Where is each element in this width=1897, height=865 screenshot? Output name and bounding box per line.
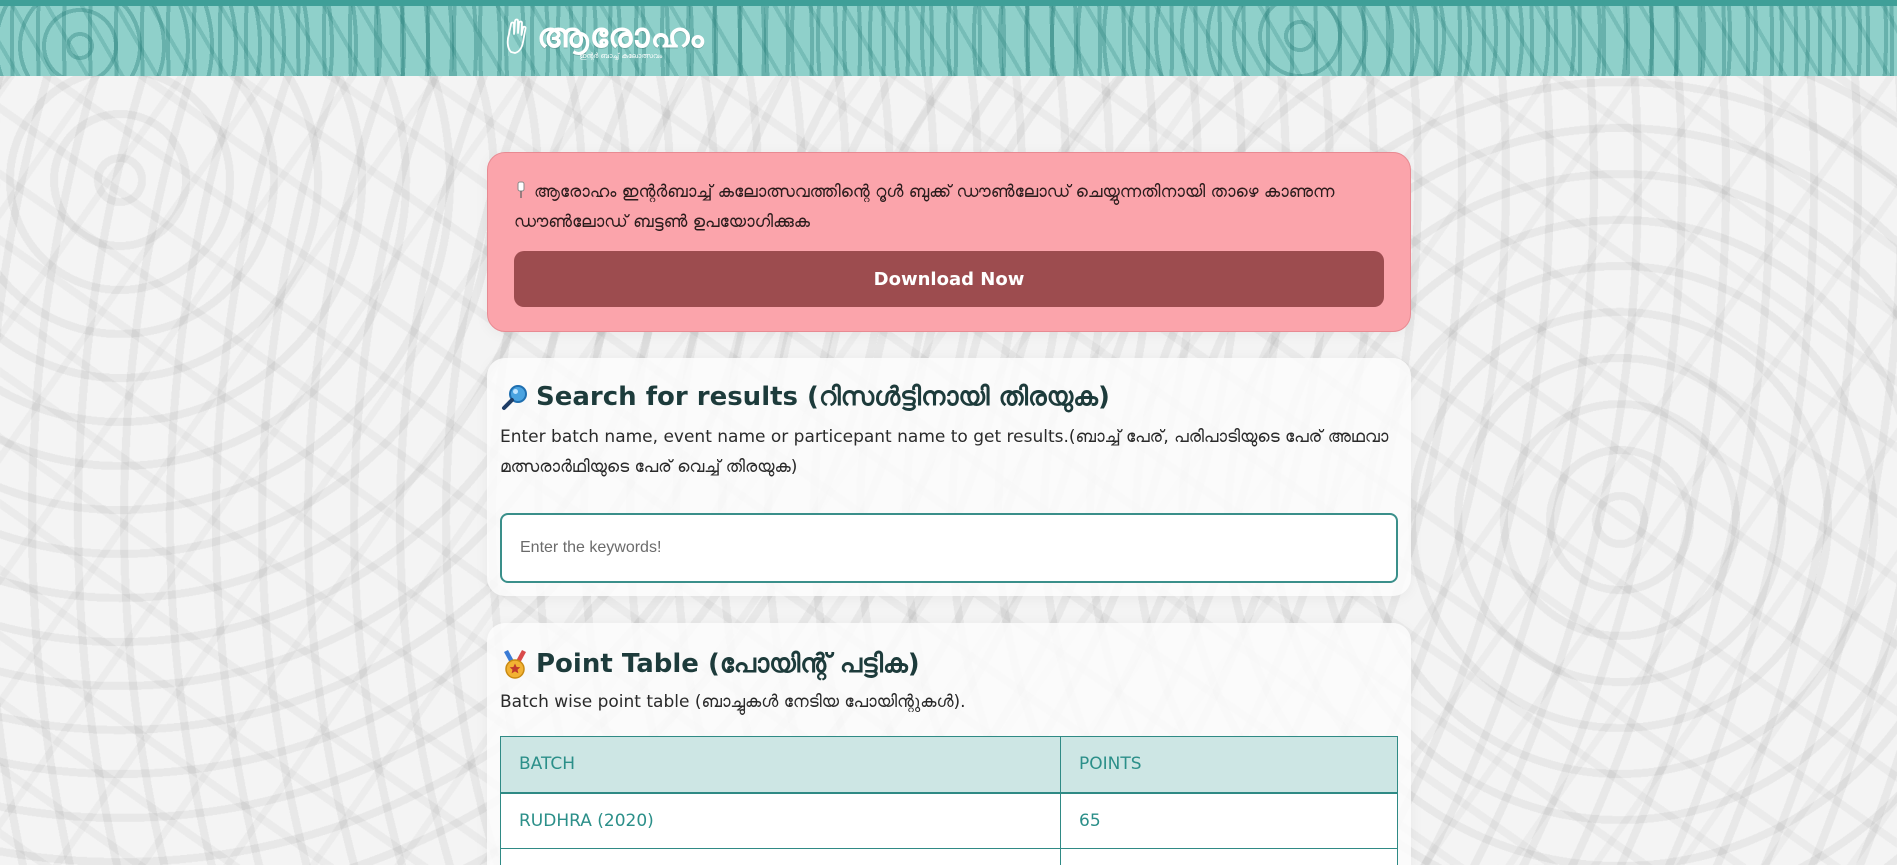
batch-cell xyxy=(500,848,1061,865)
search-description: Enter batch name, event name or particep… xyxy=(500,427,1389,477)
column-header-points[interactable]: POINTS xyxy=(1060,736,1398,794)
point-table-title-text: Point Table (പോയിന്റ് പട്ടിക) xyxy=(536,649,920,679)
table-row: RUDHRA (2020) 65 xyxy=(500,792,1398,849)
search-title-text: Search for results (റിസൾട്ടിനായി തിരയുക) xyxy=(536,382,1110,412)
site-header: ആരോഹം ഇന്റർ ബാച്ച് കലോത്സവം xyxy=(0,0,1897,76)
points-cell: 65 xyxy=(1060,792,1398,849)
medal-icon xyxy=(504,650,526,679)
point-table-section: Point Table (പോയിന്റ് പട്ടിക) Batch wise… xyxy=(487,623,1411,865)
rulebook-alert: ആരോഹം ഇന്റർബാച്ച് കലോത്സവത്തിന്റെ റൂൾ ബു… xyxy=(487,152,1411,332)
search-input[interactable] xyxy=(500,513,1398,583)
batch-cell: RUDHRA (2020) xyxy=(500,792,1061,849)
alert-message-row: ആരോഹം ഇന്റർബാച്ച് കലോത്സവത്തിന്റെ റൂൾ ബു… xyxy=(514,177,1384,237)
point-table: BATCH POINTS RUDHRA (2020) 65 xyxy=(500,736,1398,865)
magnifier-icon xyxy=(502,385,527,410)
logo-subtitle: ഇന്റർ ബാച്ച് കലോത്സവം xyxy=(579,52,663,60)
site-logo[interactable]: ആരോഹം ഇന്റർ ബാച്ച് കലോത്സവം xyxy=(503,18,705,68)
points-cell xyxy=(1060,848,1398,865)
pin-icon xyxy=(517,181,525,198)
hand-icon xyxy=(506,18,527,54)
column-header-batch[interactable]: BATCH xyxy=(500,736,1061,794)
download-now-button[interactable]: Download Now xyxy=(514,251,1384,307)
table-row xyxy=(500,848,1398,865)
logo-title: ആരോഹം xyxy=(537,16,705,56)
alert-message: ആരോഹം ഇന്റർബാച്ച് കലോത്സവത്തിന്റെ റൂൾ ബു… xyxy=(514,182,1335,232)
point-table-description: Batch wise point table (ബാച്ചുകൾ നേടിയ പ… xyxy=(500,692,966,712)
point-table-title: Point Table (പോയിന്റ് പട്ടിക) xyxy=(500,647,1398,681)
search-section: Search for results (റിസൾട്ടിനായി തിരയുക)… xyxy=(487,358,1411,596)
search-section-title: Search for results (റിസൾട്ടിനായി തിരയുക) xyxy=(500,380,1398,414)
table-header-row: BATCH POINTS xyxy=(500,736,1398,794)
